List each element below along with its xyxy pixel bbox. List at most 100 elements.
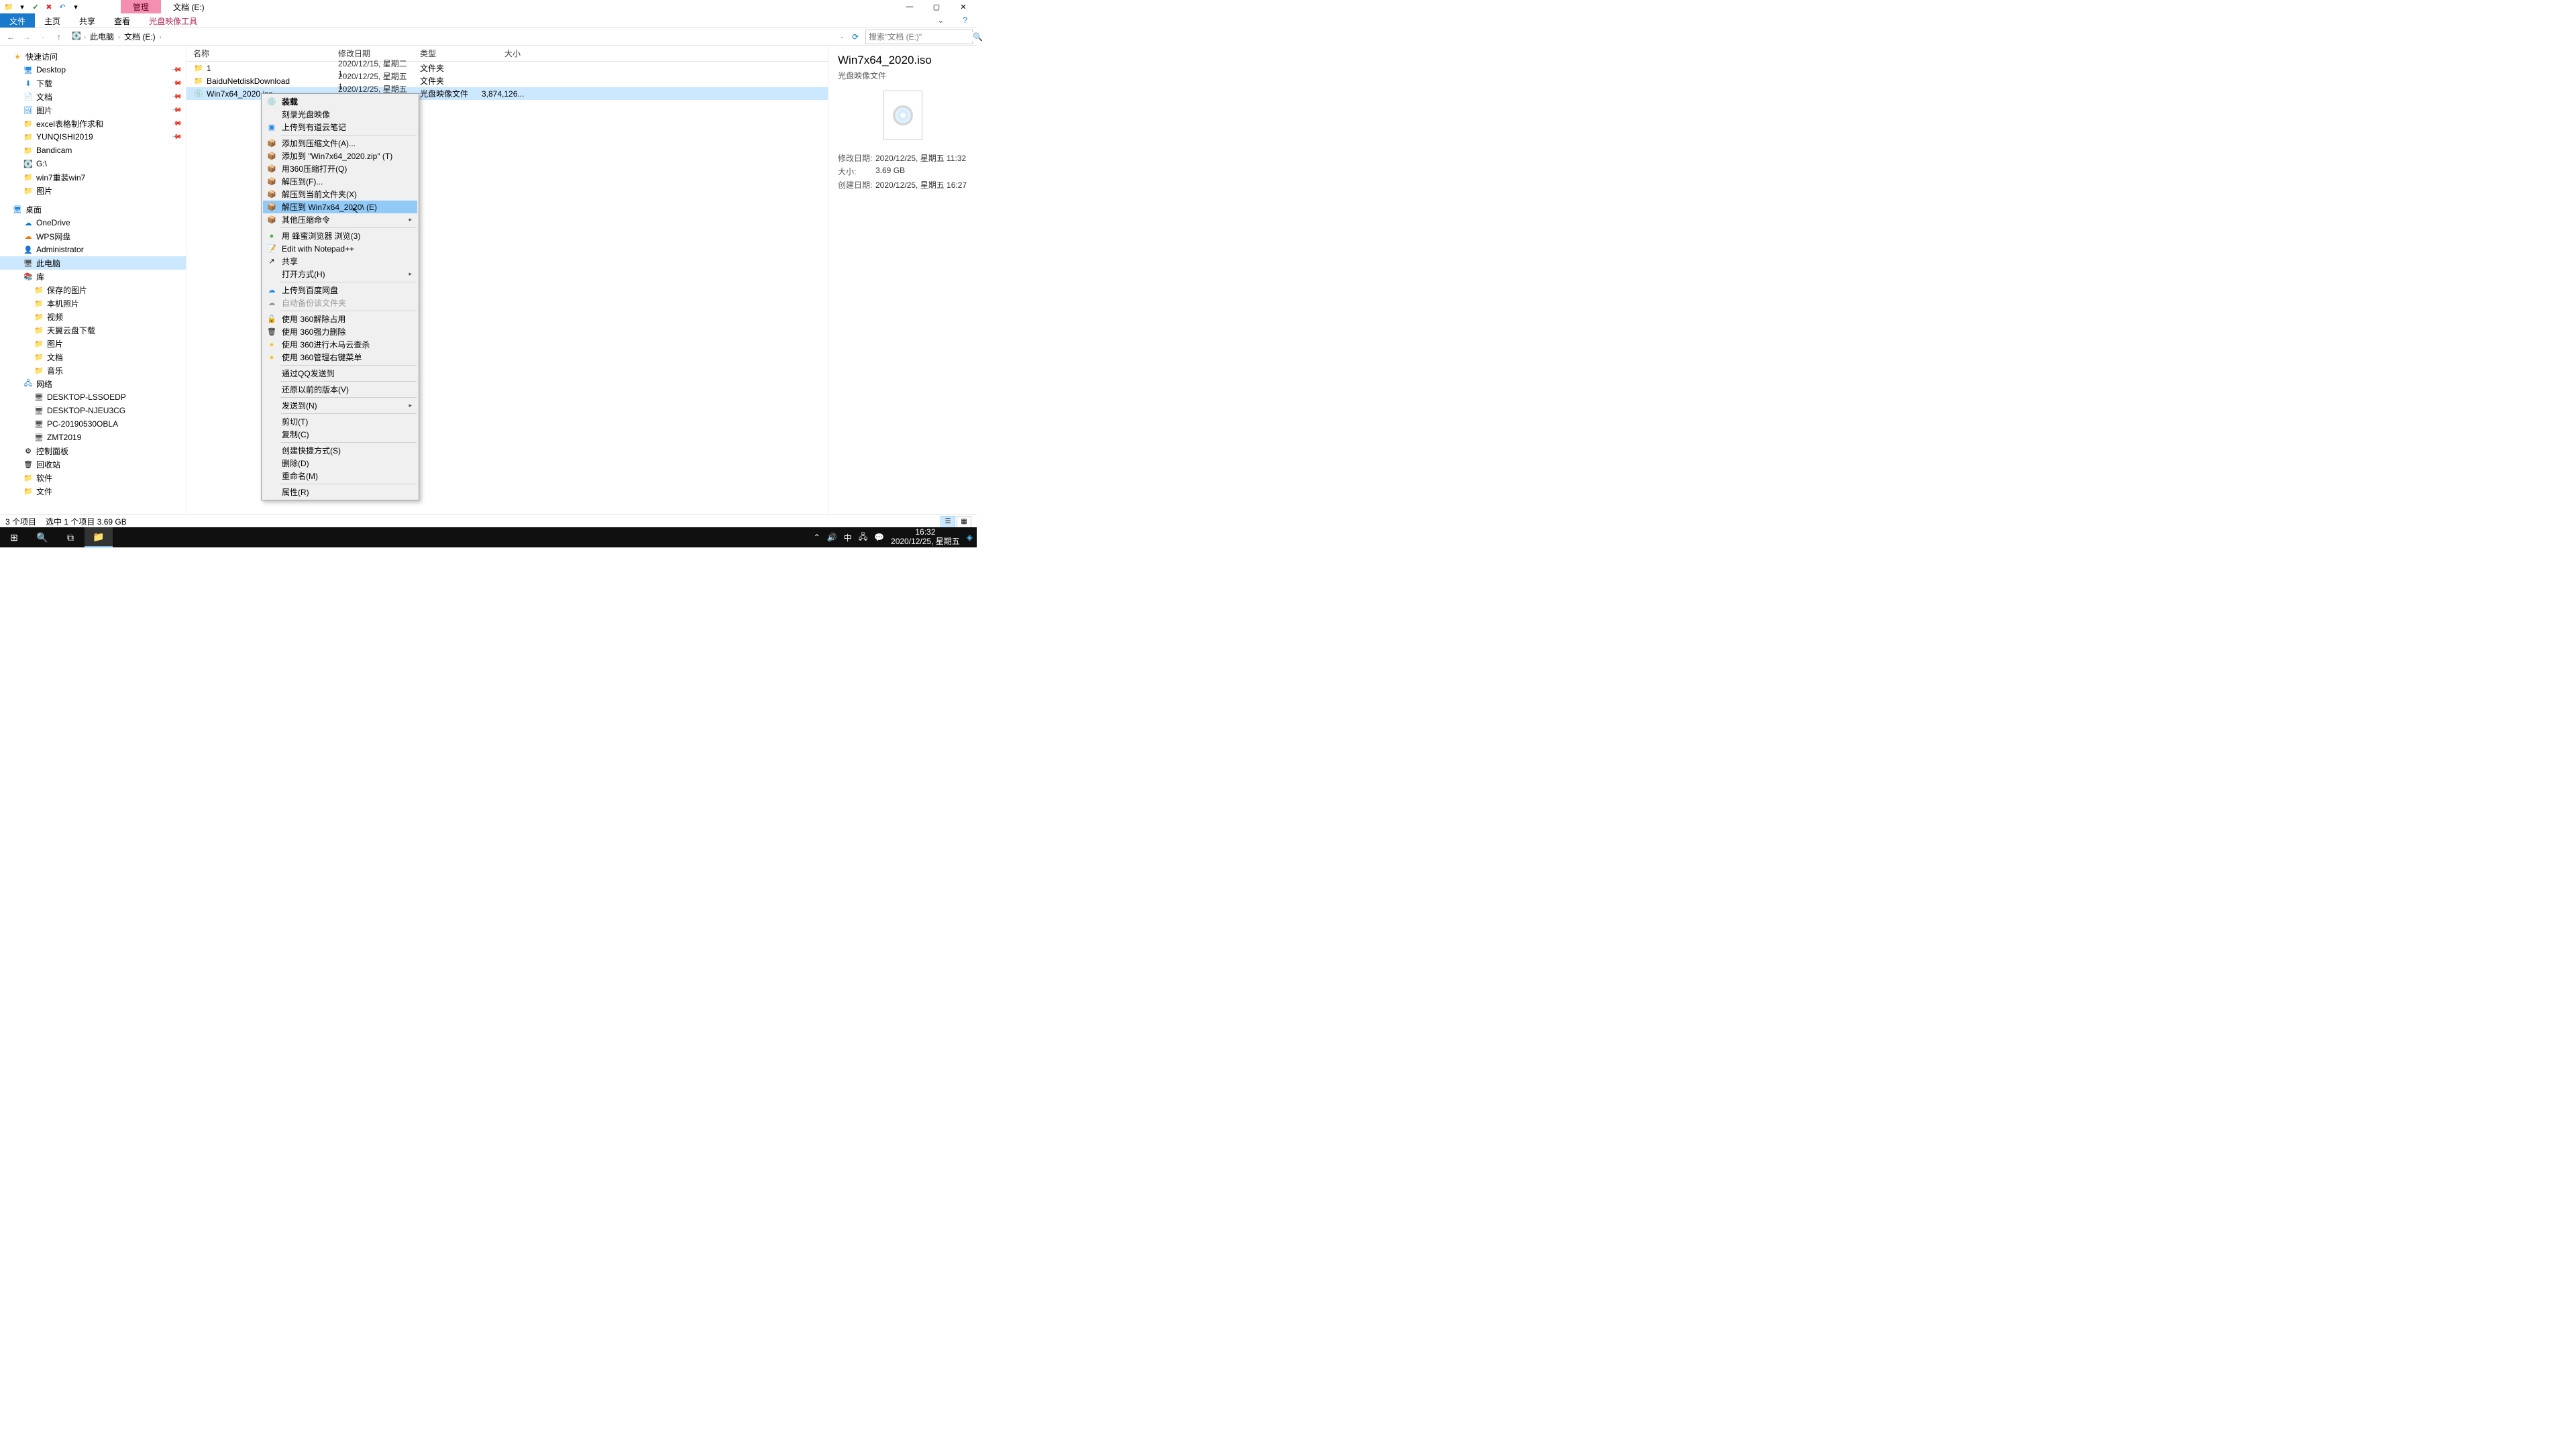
qat-dropdown-icon[interactable]: ▾ bbox=[16, 1, 28, 13]
nav-pics-lib[interactable]: 📁图片 bbox=[0, 337, 186, 350]
crumb-drive[interactable]: 文档 (E:) bbox=[121, 31, 158, 42]
volume-icon[interactable]: 🔊 bbox=[827, 533, 837, 542]
qat-undo-icon[interactable]: ↶ bbox=[56, 1, 68, 13]
file-row[interactable]: 📁BaiduNetdiskDownload 2020/12/25, 星期五 1.… bbox=[186, 74, 828, 87]
nav-pictures[interactable]: 🖼图片📌 bbox=[0, 103, 186, 117]
chevron-right-icon[interactable]: › bbox=[118, 34, 120, 40]
nav-downloads[interactable]: ⬇下载📌 bbox=[0, 76, 186, 90]
tab-disc-tools[interactable]: 光盘映像工具 bbox=[140, 13, 207, 28]
ctx-copy[interactable]: 复制(C) bbox=[263, 428, 417, 441]
nav-net4[interactable]: 🖥ZMT2019 bbox=[0, 431, 186, 444]
contextual-tab-manage[interactable]: 管理 bbox=[121, 0, 161, 13]
tray-chevron-icon[interactable]: ⌃ bbox=[814, 533, 820, 542]
navigation-pane[interactable]: ★快速访问 🖥Desktop📌 ⬇下载📌 📄文档📌 🖼图片📌 📁excel表格制… bbox=[0, 46, 186, 514]
ctx-rename[interactable]: 重命名(M) bbox=[263, 470, 417, 482]
qat-delete-icon[interactable]: ✖ bbox=[43, 1, 55, 13]
nav-videos[interactable]: 📁视频 bbox=[0, 310, 186, 323]
col-size[interactable]: 大小 bbox=[482, 48, 527, 59]
nav-thispc[interactable]: 🖥此电脑 bbox=[0, 256, 186, 270]
ctx-delete[interactable]: 删除(D) bbox=[263, 457, 417, 470]
search-button[interactable]: 🔍 bbox=[28, 527, 56, 547]
start-button[interactable]: ⊞ bbox=[0, 527, 28, 547]
explorer-taskbar-icon[interactable]: 📁 bbox=[85, 527, 113, 547]
ctx-360-force-delete[interactable]: 🗑使用 360强力删除 bbox=[263, 325, 417, 338]
ctx-extract-to[interactable]: 📦解压到(F)... bbox=[263, 175, 417, 188]
nav-software[interactable]: 📁软件 bbox=[0, 471, 186, 484]
folder-icon[interactable]: 📁 bbox=[3, 1, 15, 13]
forward-button[interactable]: → bbox=[20, 30, 34, 44]
ctx-add-archive[interactable]: 📦添加到压缩文件(A)... bbox=[263, 137, 417, 150]
back-button[interactable]: ← bbox=[4, 30, 17, 44]
network-icon[interactable]: 🖧 bbox=[859, 531, 867, 545]
qat-check-icon[interactable]: ✔ bbox=[30, 1, 42, 13]
ctx-360-unlock[interactable]: 🔓使用 360解除占用 bbox=[263, 313, 417, 325]
action-center-icon[interactable]: 💬 bbox=[874, 533, 884, 542]
nav-bandicam[interactable]: 📁Bandicam bbox=[0, 144, 186, 157]
nav-onedrive[interactable]: ☁OneDrive bbox=[0, 216, 186, 229]
nav-recycle[interactable]: 🗑回收站 bbox=[0, 458, 186, 471]
ctx-360-trojan[interactable]: ●使用 360进行木马云查杀 bbox=[263, 338, 417, 351]
ctx-share[interactable]: ↗共享 bbox=[263, 255, 417, 268]
up-button[interactable]: ↑ bbox=[52, 30, 66, 44]
nav-desktop-root[interactable]: 🖥桌面 bbox=[0, 203, 186, 216]
ctx-cut[interactable]: 剪切(T) bbox=[263, 415, 417, 428]
tab-home[interactable]: 主页 bbox=[35, 13, 70, 28]
ctx-extract-here[interactable]: 📦解压到当前文件夹(X) bbox=[263, 188, 417, 201]
nav-quick-access[interactable]: ★快速访问 bbox=[0, 50, 186, 63]
nav-wps[interactable]: ☁WPS网盘 bbox=[0, 229, 186, 243]
ctx-other-compress[interactable]: 📦其他压缩命令▸ bbox=[263, 213, 417, 226]
qat-more-icon[interactable]: ▾ bbox=[70, 1, 82, 13]
nav-music[interactable]: 📁音乐 bbox=[0, 364, 186, 377]
ctx-extract-named[interactable]: 📦解压到 Win7x64_2020\ (E) bbox=[263, 201, 417, 213]
ctx-restore-version[interactable]: 还原以前的版本(V) bbox=[263, 383, 417, 396]
recent-dropdown-icon[interactable]: ⌄ bbox=[36, 30, 50, 44]
ctx-burn[interactable]: 刻录光盘映像 bbox=[263, 108, 417, 121]
tab-share[interactable]: 共享 bbox=[70, 13, 105, 28]
ctx-open-with[interactable]: 打开方式(H)▸ bbox=[263, 268, 417, 280]
ctx-send-to[interactable]: 发送到(N)▸ bbox=[263, 399, 417, 412]
search-box[interactable]: 🔍 bbox=[865, 30, 973, 44]
ctx-qq-send[interactable]: 通过QQ发送到 bbox=[263, 367, 417, 380]
close-button[interactable]: ✕ bbox=[950, 0, 977, 13]
ribbon-expand-icon[interactable]: ⌄ bbox=[928, 13, 953, 28]
address-dropdown-icon[interactable]: ⌄ bbox=[839, 33, 845, 40]
chevron-right-icon[interactable]: › bbox=[84, 34, 86, 40]
nav-documents[interactable]: 📄文档📌 bbox=[0, 90, 186, 103]
ctx-open-360zip[interactable]: 📦用360压缩打开(Q) bbox=[263, 162, 417, 175]
ctx-properties[interactable]: 属性(R) bbox=[263, 486, 417, 498]
ctx-360-menu[interactable]: ●使用 360管理右键菜单 bbox=[263, 351, 417, 364]
nav-pictures2[interactable]: 📁图片 bbox=[0, 184, 186, 197]
nav-tianyi[interactable]: 📁天翼云盘下载 bbox=[0, 323, 186, 337]
ime-indicator[interactable]: 中 bbox=[844, 532, 852, 543]
nav-net1[interactable]: 🖥DESKTOP-LSSOEDP bbox=[0, 390, 186, 404]
nav-libraries[interactable]: 📚库 bbox=[0, 270, 186, 283]
help-button[interactable]: ? bbox=[953, 13, 977, 28]
col-name[interactable]: 名称 bbox=[186, 48, 331, 59]
ctx-add-zip[interactable]: 📦添加到 "Win7x64_2020.zip" (T) bbox=[263, 150, 417, 162]
ctx-notepad[interactable]: 📝Edit with Notepad++ bbox=[263, 242, 417, 255]
clock[interactable]: 16:32 2020/12/25, 星期五 bbox=[891, 528, 960, 547]
search-input[interactable] bbox=[869, 32, 973, 42]
nav-win7reinstall[interactable]: 📁win7重装win7 bbox=[0, 170, 186, 184]
nav-files[interactable]: 📁文件 bbox=[0, 484, 186, 498]
ctx-bee-browser[interactable]: ●用 蜂蜜浏览器 浏览(3) bbox=[263, 229, 417, 242]
nav-control-panel[interactable]: ⚙控制面板 bbox=[0, 444, 186, 458]
nav-yunqishi[interactable]: 📁YUNQISHI2019📌 bbox=[0, 130, 186, 144]
ctx-shortcut[interactable]: 创建快捷方式(S) bbox=[263, 444, 417, 457]
ctx-mount[interactable]: 💿装载 bbox=[263, 95, 417, 108]
nav-gdrive[interactable]: 💽G:\ bbox=[0, 157, 186, 170]
nav-admin[interactable]: 👤Administrator bbox=[0, 243, 186, 256]
crumb-pc[interactable]: 此电脑 bbox=[87, 31, 117, 42]
refresh-button[interactable]: ⟳ bbox=[848, 32, 863, 42]
nav-network[interactable]: 🖧网络 bbox=[0, 377, 186, 390]
view-details-button[interactable]: ☰ bbox=[941, 516, 955, 528]
minimize-button[interactable]: — bbox=[896, 0, 923, 13]
view-icons-button[interactable]: ▦ bbox=[957, 516, 971, 528]
chevron-right-icon[interactable]: › bbox=[160, 34, 162, 40]
nav-docs-lib[interactable]: 📁文档 bbox=[0, 350, 186, 364]
search-icon[interactable]: 🔍 bbox=[973, 32, 983, 42]
ctx-youdao[interactable]: ▣上传到有道云笔记 bbox=[263, 121, 417, 133]
nav-local-pics[interactable]: 📁本机照片 bbox=[0, 297, 186, 310]
tab-view[interactable]: 查看 bbox=[105, 13, 140, 28]
nav-net2[interactable]: 🖥DESKTOP-NJEU3CG bbox=[0, 404, 186, 417]
